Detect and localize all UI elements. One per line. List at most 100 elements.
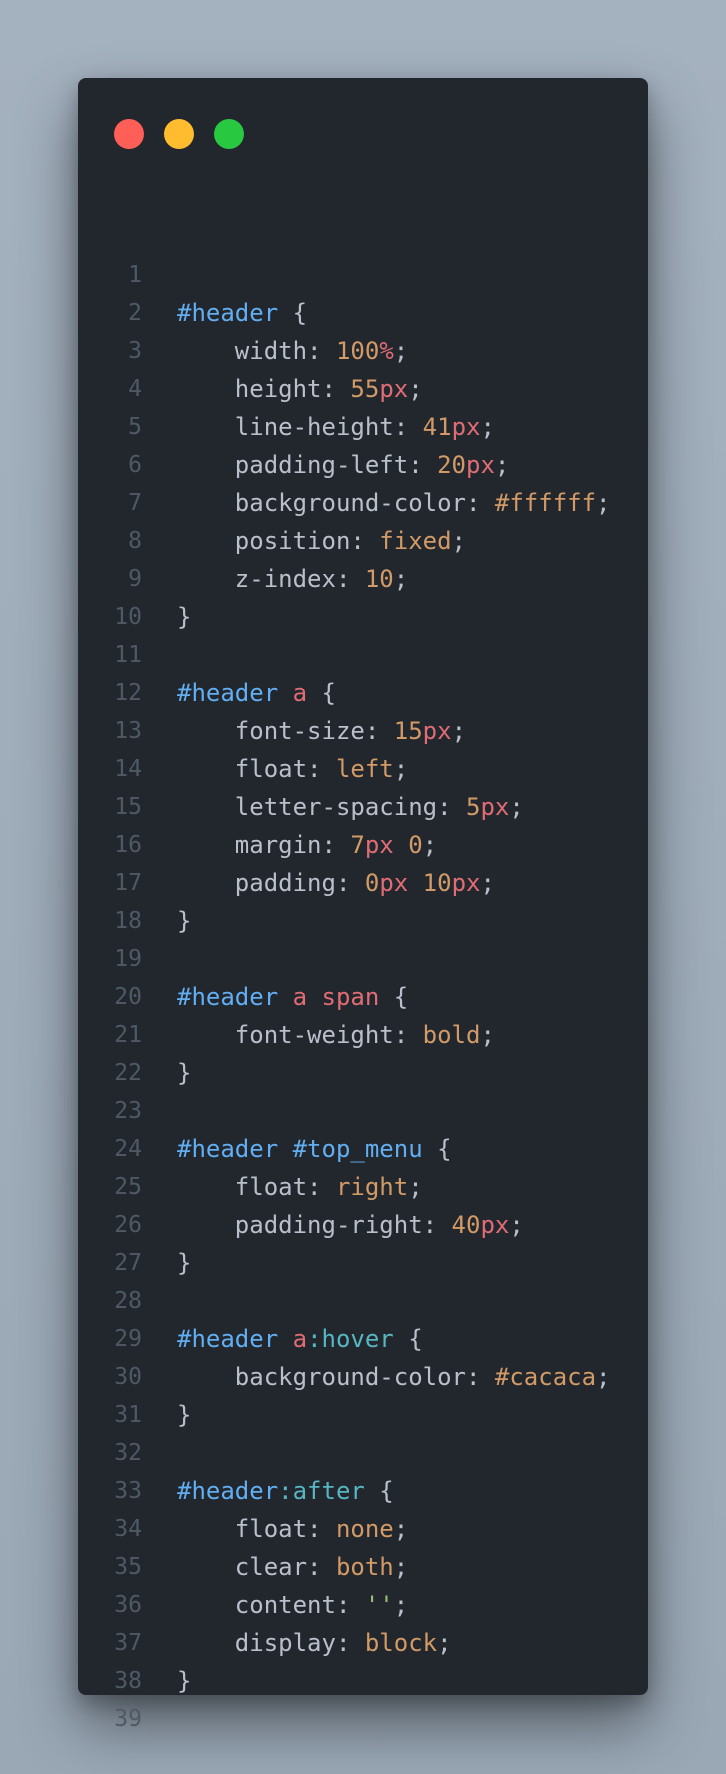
code-token: #header [177,299,279,327]
code-line: 11 [78,636,648,674]
line-number: 20 [114,984,142,1010]
code-token: ; [393,337,409,365]
maximize-window-button[interactable] [214,119,244,149]
line-number: 14 [114,756,142,782]
code-token: padding-left [234,451,409,479]
code-token: letter-spacing [234,793,438,821]
code-token: ; [494,451,510,479]
code-line: 22} [78,1054,648,1092]
minimize-window-button[interactable] [164,119,194,149]
code-line: 10} [78,598,648,636]
code-token: both [335,1553,394,1581]
line-source: padding-right: 40px; [177,1206,524,1244]
code-line: 13 font-size: 15px; [78,712,648,750]
line-number: 7 [128,490,142,516]
code-token: : [465,1363,495,1391]
code-token: :after [278,1477,365,1505]
close-window-button[interactable] [114,119,144,149]
code-token: right [335,1173,409,1201]
code-token: z-index [234,565,336,593]
code-token: '' [364,1591,394,1619]
code-token: block [364,1629,438,1657]
code-token: : [393,413,423,441]
code-line: 29 #header a:hover { [78,1320,648,1358]
line-number: 22 [114,1060,142,1086]
code-line: 20 #header a span { [78,978,648,1016]
line-source: } [177,902,191,940]
line-number: 15 [114,794,142,820]
code-token: #header [177,983,279,1011]
code-token: : [465,489,495,517]
line-source: padding: 0px 10px; [177,864,495,902]
code-token: height [234,375,322,403]
code-token: a [292,679,308,707]
code-line: 38} [78,1662,648,1700]
code-line: 32 [78,1434,648,1472]
line-number: 5 [128,414,142,440]
code-line: 12 #header a { [78,674,648,712]
code-token: display [234,1629,336,1657]
line-number: 4 [128,376,142,402]
code-token: } [177,1249,192,1277]
line-number: 21 [114,1022,142,1048]
code-token: } [177,603,192,631]
code-token: line-height [234,413,394,441]
code-line: 5 line-height: 41px; [78,408,648,446]
code-token: : [408,451,438,479]
code-token: float [234,1173,308,1201]
code-token: 5 [466,793,481,821]
code-token: ; [393,755,409,783]
code-token: width [234,337,308,365]
code-token: ; [393,1515,409,1543]
code-line: 14 float: left; [78,750,648,788]
line-source: #header:after { [177,1472,394,1510]
line-source: } [177,1396,191,1434]
code-token: : [437,793,466,821]
code-token: { [379,983,409,1011]
code-token: px [480,793,510,821]
code-token: ; [408,1173,423,1201]
code-token: none [335,1515,394,1543]
code-token: fixed [379,527,452,555]
code-line: 6 padding-left: 20px; [78,446,648,484]
code-line: 1 [78,256,648,294]
code-line: 37 display: block; [78,1624,648,1662]
code-token: 55 [350,375,380,403]
code-token: #header [177,1477,279,1505]
line-source: background-color: #ffffff; [177,484,611,522]
code-token: ; [480,869,495,897]
line-number: 9 [128,566,142,592]
code-token: ; [393,1553,409,1581]
line-source: } [177,1244,191,1282]
code-token: #top_menu [292,1135,423,1163]
code-token: 40 [451,1211,481,1239]
line-number: 31 [114,1402,142,1428]
code-token: background-color [234,1363,466,1391]
line-number: 28 [114,1288,142,1314]
code-line: 7 background-color: #ffffff; [78,484,648,522]
code-token: : [335,565,365,593]
code-token: clear [234,1553,308,1581]
code-line: 25 float: right; [78,1168,648,1206]
code-token: font-size [234,717,365,745]
line-source: position: fixed; [177,522,466,560]
code-token: px [451,869,481,897]
line-number: 27 [114,1250,142,1276]
code-token: float [234,755,308,783]
code-token: px [364,831,394,859]
line-number: 17 [114,870,142,896]
code-token: ; [509,793,524,821]
code-line: 23 [78,1092,648,1130]
code-token: position [234,527,351,555]
code-token: 100 [335,337,380,365]
line-source: font-weight: bold; [177,1016,495,1054]
line-source: } [177,1054,191,1092]
line-source: #header #top_menu { [177,1130,452,1168]
